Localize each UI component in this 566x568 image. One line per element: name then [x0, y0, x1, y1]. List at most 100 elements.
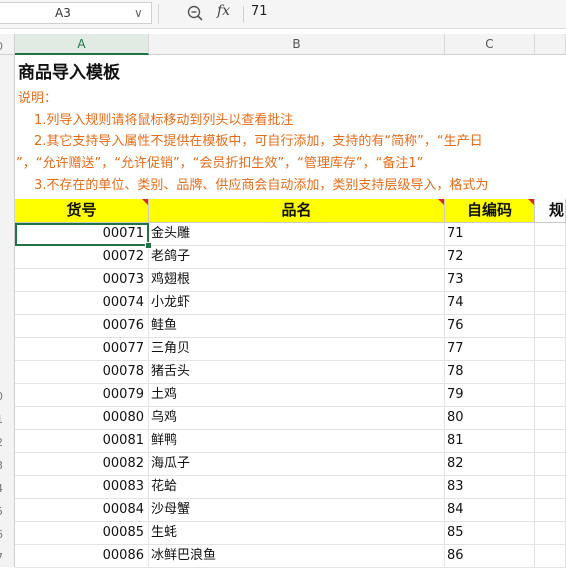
cell-name[interactable]: 海瓜子 — [149, 453, 445, 476]
cell-self-code[interactable]: 85 — [445, 522, 535, 545]
cell-empty[interactable] — [535, 453, 566, 476]
cell-self-code[interactable]: 78 — [445, 361, 535, 384]
header-cell-self-code[interactable]: 自编码 — [445, 199, 535, 223]
cell-empty[interactable] — [535, 499, 566, 522]
cell-empty[interactable] — [535, 246, 566, 269]
cell-name[interactable]: 鲑鱼 — [149, 315, 445, 338]
cell-self-code[interactable]: 86 — [445, 545, 535, 568]
cell-name[interactable]: 猪舌头 — [149, 361, 445, 384]
row-number-label: 6 — [0, 528, 3, 541]
cell-self-code[interactable]: 80 — [445, 407, 535, 430]
cell-empty[interactable] — [535, 315, 566, 338]
cell-self-code[interactable]: 81 — [445, 430, 535, 453]
cell-empty[interactable] — [535, 522, 566, 545]
cell-name[interactable]: 鸡翅根 — [149, 269, 445, 292]
cell-code[interactable]: 00076 — [15, 315, 149, 338]
fx-icon[interactable]: fx — [217, 3, 230, 19]
cell-empty[interactable] — [535, 269, 566, 292]
cell-code[interactable]: 00072 — [15, 246, 149, 269]
cell-self-code[interactable]: 83 — [445, 476, 535, 499]
cell-code[interactable]: 00084 — [15, 499, 149, 522]
row-number[interactable]: 7 — [0, 551, 15, 564]
cell-empty[interactable] — [535, 384, 566, 407]
note-line-2: 2.其它支持导入属性不提供在模板中，可自行添加，支持的有“简称”，“生产日 — [34, 134, 483, 149]
cell-name[interactable]: 乌鸡 — [149, 407, 445, 430]
cell-name[interactable]: 金头雕 — [149, 223, 445, 246]
cell-self-code[interactable]: 74 — [445, 292, 535, 315]
row-number-label: 3 — [0, 459, 3, 472]
cell-name[interactable]: 小龙虾 — [149, 292, 445, 315]
comment-indicator-icon — [438, 199, 444, 205]
row-number[interactable]: 3 — [0, 459, 15, 472]
cell-name[interactable]: 三角贝 — [149, 338, 445, 361]
cell-code[interactable]: 00077 — [15, 338, 149, 361]
table-row: 00081 鲜鸭 81 — [15, 430, 566, 453]
zoom-out-icon[interactable] — [186, 4, 204, 22]
cell-empty[interactable] — [535, 430, 566, 453]
cell-code[interactable]: 00079 — [15, 384, 149, 407]
cell-self-code[interactable]: 77 — [445, 338, 535, 361]
cell-code[interactable]: 00074 — [15, 292, 149, 315]
formula-input[interactable]: 71 — [251, 4, 268, 19]
row-number[interactable]: 6 — [0, 528, 15, 541]
cell-self-code[interactable]: 72 — [445, 246, 535, 269]
cell-self-code[interactable]: 84 — [445, 499, 535, 522]
cell-name[interactable]: 老鸽子 — [149, 246, 445, 269]
cell-code[interactable]: 00073 — [15, 269, 149, 292]
cell-empty[interactable] — [535, 476, 566, 499]
cell-empty[interactable] — [535, 545, 566, 568]
table-row: 00083 花蛤 83 — [15, 476, 566, 499]
sheet-title: 商品导入模板 — [18, 63, 120, 83]
cell-name[interactable]: 冰鲜巴浪鱼 — [149, 545, 445, 568]
cell-self-code[interactable]: 71 — [445, 223, 535, 246]
header-cell-spec[interactable]: 规 — [535, 199, 566, 223]
comment-indicator-icon — [142, 199, 148, 205]
table-row: 00080 乌鸡 80 — [15, 407, 566, 430]
column-header-c[interactable]: C — [445, 34, 535, 55]
table-row: 00072 老鸽子 72 — [15, 246, 566, 269]
cell-code[interactable]: 00083 — [15, 476, 149, 499]
cell-self-code[interactable]: 82 — [445, 453, 535, 476]
cell-empty[interactable] — [535, 223, 566, 246]
note-line-3: ”，“允许赠送”，“允许促销”，“会员折扣生效”，“管理库存”，“备注1” — [16, 156, 424, 171]
row-number[interactable]: 2 — [0, 436, 15, 449]
cell-empty[interactable] — [535, 338, 566, 361]
cell-name[interactable]: 鲜鸭 — [149, 430, 445, 453]
table-row: 00076 鲑鱼 76 — [15, 315, 566, 338]
cell-empty[interactable] — [535, 407, 566, 430]
row-number[interactable]: 0 — [0, 40, 15, 53]
cell-self-code[interactable]: 76 — [445, 315, 535, 338]
table-row: 00074 小龙虾 74 — [15, 292, 566, 315]
cell-empty[interactable] — [535, 292, 566, 315]
cell-name[interactable]: 沙母蟹 — [149, 499, 445, 522]
header-cell-name[interactable]: 品名 — [149, 199, 445, 223]
cell-code[interactable]: 00085 — [15, 522, 149, 545]
cell-code[interactable]: 00080 — [15, 407, 149, 430]
header-cell-code[interactable]: 货号 — [15, 199, 149, 223]
row-number[interactable]: 1 — [0, 413, 15, 426]
cell-code[interactable]: 00071 — [15, 223, 149, 246]
cell-code[interactable]: 00086 — [15, 545, 149, 568]
cell-code[interactable]: 00078 — [15, 361, 149, 384]
name-box[interactable]: A3 ∨ — [0, 2, 152, 24]
fill-handle[interactable] — [145, 242, 152, 249]
table-row: 00084 沙母蟹 84 — [15, 499, 566, 522]
cell-name[interactable]: 生蚝 — [149, 522, 445, 545]
column-header-a[interactable]: A — [15, 34, 149, 55]
cell-code[interactable]: 00082 — [15, 453, 149, 476]
cell-name[interactable]: 花蛤 — [149, 476, 445, 499]
row-number-label: 0 — [0, 40, 3, 53]
cell-name[interactable]: 土鸡 — [149, 384, 445, 407]
row-number[interactable]: 4 — [0, 482, 15, 495]
cell-self-code[interactable]: 79 — [445, 384, 535, 407]
table-header-row: 货号 品名 自编码 规 — [15, 199, 566, 223]
cell-empty[interactable] — [535, 361, 566, 384]
name-box-value: A3 — [55, 6, 71, 20]
row-number[interactable]: 0 — [0, 390, 15, 403]
cell-code[interactable]: 00081 — [15, 430, 149, 453]
cell-self-code[interactable]: 73 — [445, 269, 535, 292]
chevron-down-icon[interactable]: ∨ — [134, 6, 143, 20]
column-header-d[interactable] — [535, 34, 566, 55]
column-header-b[interactable]: B — [149, 34, 445, 55]
row-number[interactable]: 5 — [0, 505, 15, 518]
